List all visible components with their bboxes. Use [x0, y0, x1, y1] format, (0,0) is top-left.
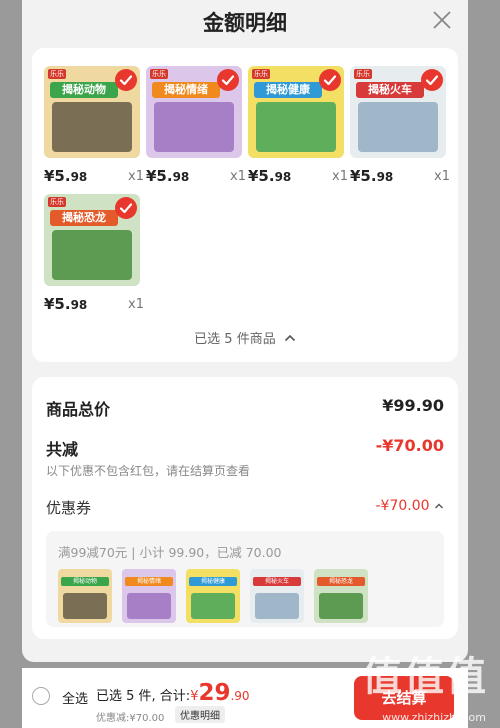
mini-cover-title: 揭秘恐龙: [317, 577, 365, 586]
product-quantity: x1: [332, 169, 348, 184]
sheet-title: 金额明细: [203, 11, 287, 35]
price-summary-card: 商品总价 ¥99.90 共减 -¥70.00 以下优惠不包含红包，请在结算页查看…: [32, 377, 458, 639]
cover-illustration: [52, 102, 132, 152]
total-price-label: 商品总价: [46, 400, 111, 419]
total-price-value: ¥99.90: [382, 396, 444, 415]
product-list-card: 乐乐 揭秘动物 ¥5.98 x1 乐乐 揭秘情绪 ¥5.98 x1 乐乐 揭秘健…: [32, 48, 458, 362]
product-quantity: x1: [230, 169, 246, 184]
cover-illustration: [63, 593, 107, 619]
reduce-value: -¥70.00: [375, 436, 444, 455]
select-all-label[interactable]: 全选: [62, 688, 88, 707]
selected-check-icon[interactable]: [115, 69, 137, 91]
publisher-logo: 乐乐: [48, 197, 66, 207]
selected-count-label: 已选 5 件商品: [194, 332, 276, 347]
coupon-product-thumbnail: 揭秘动物: [58, 569, 112, 623]
product-quantity: x1: [128, 297, 144, 312]
cover-illustration: [358, 102, 438, 152]
selected-check-icon[interactable]: [421, 69, 443, 91]
product-quantity: x1: [128, 169, 144, 184]
selected-check-icon[interactable]: [217, 69, 239, 91]
coupon-label: 优惠券: [46, 499, 92, 517]
cover-illustration: [52, 230, 132, 280]
product-thumbnail: 乐乐 揭秘健康: [248, 66, 344, 158]
product-cover-title: 揭秘恐龙: [50, 210, 118, 226]
product-price: ¥5.98: [146, 167, 190, 185]
product-thumbnail: 乐乐 揭秘情绪: [146, 66, 242, 158]
selected-count-toggle[interactable]: 已选 5 件商品: [32, 328, 458, 347]
coupon-product-thumbnail: 揭秘火车: [250, 569, 304, 623]
order-total: 已选 5 件, 合计:¥29.90: [96, 680, 250, 706]
product-thumbnail: 乐乐 揭秘动物: [44, 66, 140, 158]
chevron-up-icon: [284, 332, 296, 347]
product-cover-title: 揭秘情绪: [152, 82, 220, 98]
cover-illustration: [255, 593, 299, 619]
coupon-description: 满99减70元 | 小计 99.90，已减 70.00: [58, 545, 282, 560]
product-cover-title: 揭秘火车: [356, 82, 424, 98]
product-item[interactable]: 乐乐 揭秘情绪 ¥5.98 x1: [146, 66, 246, 188]
coupon-product-thumbnail: 揭秘健康: [186, 569, 240, 623]
coupon-product-thumbnail: 揭秘恐龙: [314, 569, 368, 623]
product-quantity: x1: [434, 169, 450, 184]
coupon-detail-box: 满99减70元 | 小计 99.90，已减 70.00 揭秘动物 揭秘情绪 揭秘…: [46, 531, 444, 627]
selected-check-icon[interactable]: [115, 197, 137, 219]
discount-amount: 优惠减:¥70.00: [96, 713, 165, 724]
product-item[interactable]: 乐乐 揭秘火车 ¥5.98 x1: [350, 66, 450, 188]
total-decimal: .90: [230, 689, 250, 703]
publisher-logo: 乐乐: [150, 69, 168, 79]
mini-cover-title: 揭秘情绪: [125, 577, 173, 586]
mini-cover-title: 揭秘健康: [189, 577, 237, 586]
checkout-bar: 全选 已选 5 件, 合计:¥29.90 优惠减:¥70.00 优惠明细 去结算: [22, 668, 468, 728]
cover-illustration: [154, 102, 234, 152]
publisher-logo: 乐乐: [252, 69, 270, 79]
order-total-prefix: 已选 5 件, 合计:: [96, 689, 191, 704]
cover-illustration: [319, 593, 363, 619]
publisher-logo: 乐乐: [354, 69, 372, 79]
product-item[interactable]: 乐乐 揭秘健康 ¥5.98 x1: [248, 66, 348, 188]
product-item[interactable]: 乐乐 揭秘动物 ¥5.98 x1: [44, 66, 144, 188]
checkout-button[interactable]: 去结算: [354, 676, 454, 720]
cover-illustration: [127, 593, 171, 619]
product-cover-title: 揭秘动物: [50, 82, 118, 98]
coupon-product-thumbnail: 揭秘情绪: [122, 569, 176, 623]
product-price: ¥5.98: [350, 167, 394, 185]
mini-cover-title: 揭秘火车: [253, 577, 301, 586]
product-price: ¥5.98: [248, 167, 292, 185]
amount-detail-sheet: 金额明细 乐乐 揭秘动物 ¥5.98 x1 乐乐 揭秘情绪 ¥5.98 x1 乐…: [22, 0, 468, 662]
product-thumbnail: 乐乐 揭秘恐龙: [44, 194, 140, 286]
reduce-label: 共减: [46, 440, 79, 459]
mini-cover-title: 揭秘动物: [61, 577, 109, 586]
product-price: ¥5.98: [44, 295, 88, 313]
chevron-up-icon: [434, 498, 444, 514]
selected-check-icon[interactable]: [319, 69, 341, 91]
close-icon[interactable]: [430, 8, 454, 32]
total-integer: 29: [198, 680, 231, 706]
discount-note: 以下优惠不包含红包，请在结算页查看: [46, 464, 251, 478]
cover-illustration: [256, 102, 336, 152]
product-item[interactable]: 乐乐 揭秘恐龙 ¥5.98 x1: [44, 194, 144, 316]
publisher-logo: 乐乐: [48, 69, 66, 79]
discount-detail-button[interactable]: 优惠明细: [175, 706, 225, 723]
coupon-value-toggle[interactable]: -¥70.00: [376, 498, 445, 514]
select-all-radio[interactable]: [32, 687, 50, 705]
cover-illustration: [191, 593, 235, 619]
product-cover-title: 揭秘健康: [254, 82, 322, 98]
product-thumbnail: 乐乐 揭秘火车: [350, 66, 446, 158]
coupon-value: -¥70.00: [375, 498, 430, 514]
product-price: ¥5.98: [44, 167, 88, 185]
